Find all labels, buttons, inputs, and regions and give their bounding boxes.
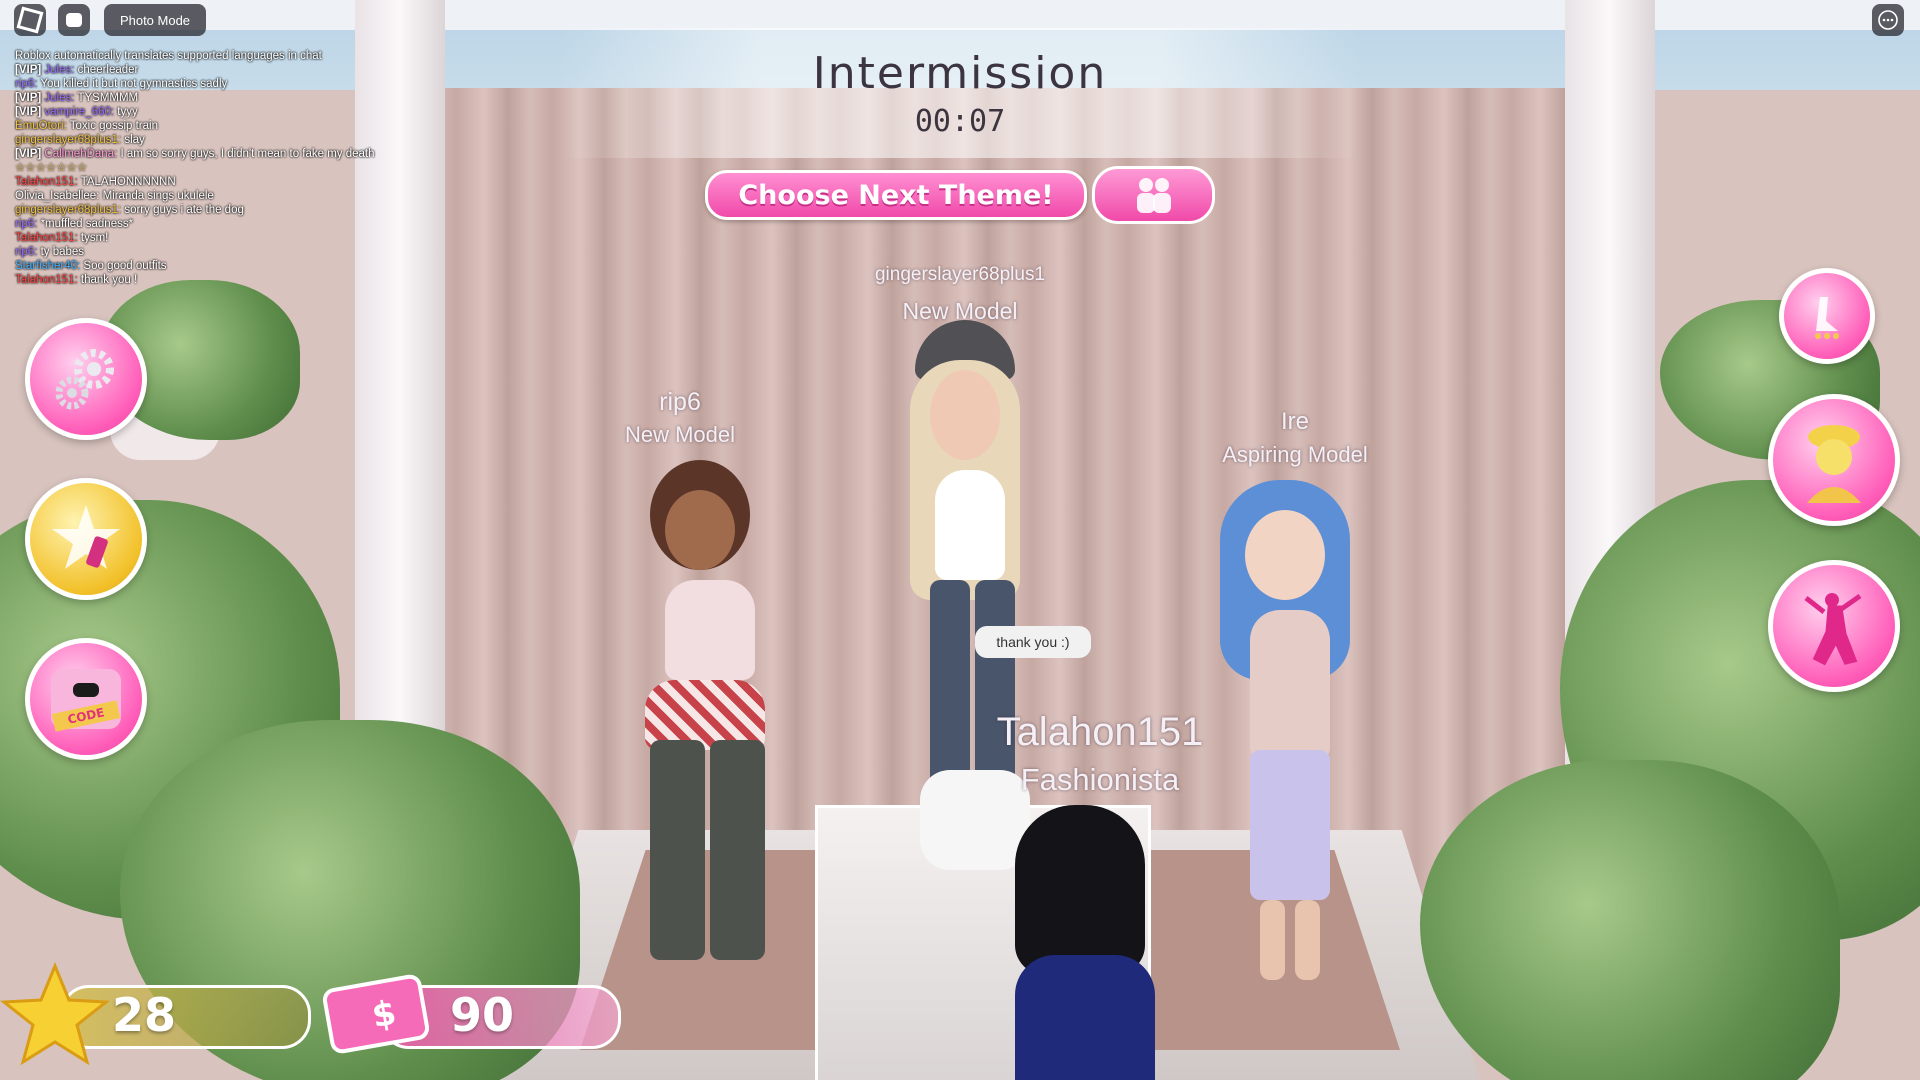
chat-text: tyyy (117, 106, 138, 118)
code-label: CODE (51, 700, 121, 732)
money-icon: $ (320, 965, 440, 1065)
chat-text: sorry guys i ate the dog (124, 204, 244, 216)
player-rank-rip6: New Model (624, 422, 736, 447)
chat-message: gingerslayer68plus1: slay (15, 133, 485, 147)
speech-bubble: thank you :) (975, 626, 1091, 658)
pose-icon[interactable] (1768, 560, 1900, 692)
player-name-gingerslayer68plus1: gingerslayer68plus1 (874, 264, 1046, 285)
chat-sender[interactable]: CallmehDana: (44, 148, 117, 160)
settings-icon[interactable] (25, 318, 147, 440)
chat-message: EmuOtori: Toxic gossip train (15, 119, 485, 133)
chat-sender[interactable]: rip6: (15, 218, 37, 230)
chat-message: Talahon151: TALAHONNNNNN (15, 175, 485, 189)
chat-text: Miranda sings ukulele (102, 190, 214, 202)
chat-text: *muffled sadness* (40, 218, 134, 230)
round-title: Intermission (812, 48, 1108, 99)
chat-message: Olivia_Isabellee: Miranda sings ukulele (15, 189, 485, 203)
chat-message: ☆☆☆☆☆☆☆ (15, 161, 485, 175)
shop-icon[interactable] (25, 478, 147, 600)
chat-sender[interactable]: vampire_660: (44, 106, 114, 118)
chat-vip-tag: [VIP] (15, 148, 42, 160)
chat-text: cheerleader (77, 64, 139, 76)
chat-message: gingerslayer68plus1: sorry guys i ate th… (15, 203, 485, 217)
chat-message: Talahon151: tysm! (15, 231, 485, 245)
chat-message: rip6: *muffled sadness* (15, 217, 485, 231)
player-name-ire: Ire (1280, 408, 1309, 435)
character-icon[interactable] (1768, 394, 1900, 526)
chat-sender[interactable]: Talahon151: (15, 274, 78, 286)
player-rank-gingerslayer68plus1: New Model (902, 298, 1018, 324)
chat-text: Toxic gossip train (69, 120, 158, 132)
chat-text: I am so sorry guys, I didn't mean to fak… (120, 148, 375, 160)
chat-text: ty babes (40, 246, 85, 258)
chat-text: You killed it but not gymnastics sadly (40, 78, 228, 90)
player-rank-talahon151: Fashionista (1020, 762, 1180, 797)
player-name-talahon151: Talahon151 (996, 710, 1204, 754)
chat-sender[interactable]: rip6: (15, 78, 37, 90)
chat-message: rip6: ty babes (15, 245, 485, 259)
chat-vip-tag: [VIP] (15, 64, 42, 76)
chat-vip-tag: [VIP] (15, 106, 42, 118)
choose-next-theme-button[interactable]: Choose Next Theme! (705, 170, 1087, 220)
chat-sender[interactable]: Talahon151: (15, 232, 78, 244)
chat-sender[interactable]: gingerslayer68plus1: (15, 204, 121, 216)
chat-text: ☆☆☆☆☆☆☆ (15, 162, 88, 174)
chat-text: thank you ! (80, 274, 138, 286)
chat-message: [VIP] CallmehDana: I am so sorry guys, I… (15, 147, 485, 161)
chat-text: tysm! (80, 232, 109, 244)
chat-message: [VIP] Jules: cheerleader (15, 63, 485, 77)
chat-message: Starfisher40: Soo good outfits (15, 259, 485, 273)
chat-sender[interactable]: Jules: (44, 64, 74, 76)
chat-sender[interactable]: rip6: (15, 246, 37, 258)
star-icon (0, 962, 111, 1072)
more-icon[interactable] (1872, 4, 1904, 36)
chat-message: Talahon151: thank you ! (15, 273, 485, 287)
chat-log: Roblox automatically translates supporte… (15, 49, 485, 287)
chat-sender[interactable]: Starfisher40: (15, 260, 80, 272)
stars-count: 28 (112, 988, 177, 1042)
chat-sender[interactable]: EmuOtori: (15, 120, 67, 132)
photo-mode-button[interactable]: Photo Mode (104, 4, 206, 36)
round-timer: 00:07 (914, 104, 1006, 139)
chat-text: slay (124, 134, 145, 146)
chat-text: Soo good outfits (83, 260, 167, 272)
roblox-logo-icon[interactable] (14, 4, 46, 36)
friends-icon[interactable] (1092, 166, 1215, 224)
player-name-rip6: rip6 (659, 388, 701, 416)
money-count: 90 (450, 988, 515, 1042)
chat-message: rip6: You killed it but not gymnastics s… (15, 77, 485, 91)
chat-text: TYSMMMM (77, 92, 139, 104)
chat-sender[interactable]: Jules: (44, 92, 74, 104)
chat-sender[interactable]: Olivia_Isabellee: (15, 190, 99, 202)
chat-message: [VIP] Jules: TYSMMMM (15, 91, 485, 105)
chat-message: [VIP] vampire_660: tyyy (15, 105, 485, 119)
codes-icon[interactable]: CODE (25, 638, 147, 760)
chat-sender[interactable]: gingerslayer68plus1: (15, 134, 121, 146)
chat-icon[interactable] (58, 4, 90, 36)
chat-sender[interactable]: Talahon151: (15, 176, 78, 188)
heels-icon[interactable] (1779, 268, 1875, 364)
chat-vip-tag: [VIP] (15, 92, 42, 104)
player-rank-ire: Aspiring Model (1222, 442, 1368, 467)
chat-text: TALAHONNNNNN (80, 176, 176, 188)
chat-system-message: Roblox automatically translates supporte… (15, 50, 322, 62)
plant (1420, 760, 1840, 1080)
avatar-rip6[interactable] (610, 450, 810, 970)
avatar-talahon151[interactable] (985, 805, 1185, 1080)
